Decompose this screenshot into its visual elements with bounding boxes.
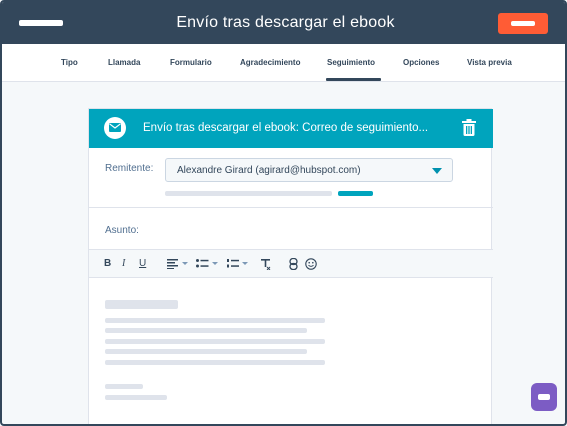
app-window: Envío tras descargar el ebook Tipo Llama…	[0, 0, 567, 426]
tab-formulario[interactable]: Formulario	[170, 58, 212, 67]
tab-seguimiento[interactable]: Seguimiento	[325, 58, 382, 81]
mail-icon	[104, 117, 126, 139]
sender-help-placeholder	[165, 191, 332, 196]
chevron-down-icon	[432, 168, 442, 174]
clear-format-icon[interactable]	[261, 259, 271, 270]
tab-llamada[interactable]: Llamada	[108, 58, 140, 67]
card-header: Envío tras descargar el ebook: Correo de…	[89, 109, 493, 148]
primary-action-button[interactable]	[498, 13, 548, 34]
email-card: Envío tras descargar el ebook: Correo de…	[88, 108, 493, 424]
tab-agradecimiento[interactable]: Agradecimiento	[240, 58, 300, 67]
tab-bar: Tipo Llamada Formulario Agradecimiento S…	[2, 44, 565, 82]
body-signature-placeholder	[105, 384, 143, 389]
bold-button[interactable]: B	[104, 258, 111, 269]
body-line-placeholder	[105, 360, 325, 365]
tab-tipo[interactable]: Tipo	[61, 58, 78, 67]
numbered-list-icon[interactable]	[227, 259, 251, 269]
tab-vista-previa[interactable]: Vista previa	[467, 58, 512, 67]
subject-row[interactable]: Asunto:	[89, 210, 493, 250]
card-title: Envío tras descargar el ebook: Correo de…	[143, 122, 429, 134]
italic-button[interactable]: I	[122, 258, 125, 269]
body-line-placeholder	[105, 328, 307, 333]
body-line-placeholder	[105, 318, 325, 323]
body-line-placeholder	[105, 339, 325, 344]
chat-bubble-glyph	[538, 394, 550, 400]
subject-label: Asunto:	[105, 225, 139, 236]
editor-toolbar: B I U	[89, 250, 493, 278]
email-body-editor[interactable]	[89, 278, 493, 424]
sender-link-placeholder[interactable]	[338, 191, 373, 196]
sender-value: Alexandre Girard (agirard@hubspot.com)	[177, 165, 361, 176]
align-icon[interactable]	[167, 259, 189, 269]
emoji-icon[interactable]	[305, 258, 317, 270]
page-title: Envío tras descargar el ebook	[176, 14, 395, 31]
body-signature-placeholder	[105, 395, 167, 400]
underline-button[interactable]: U	[139, 258, 146, 269]
tab-opciones[interactable]: Opciones	[403, 58, 439, 67]
bullet-list-icon[interactable]	[196, 259, 220, 269]
action-button-label	[511, 21, 535, 26]
sender-label: Remitente:	[105, 163, 154, 174]
trash-icon[interactable]	[462, 119, 476, 141]
sender-select[interactable]: Alexandre Girard (agirard@hubspot.com)	[165, 158, 453, 182]
body-heading-placeholder	[105, 300, 178, 309]
link-icon[interactable]	[289, 258, 298, 270]
top-bar: Envío tras descargar el ebook	[2, 2, 565, 44]
chat-icon[interactable]	[531, 383, 557, 411]
sender-row: Remitente: Alexandre Girard (agirard@hub…	[89, 148, 493, 208]
body-line-placeholder	[105, 349, 307, 354]
